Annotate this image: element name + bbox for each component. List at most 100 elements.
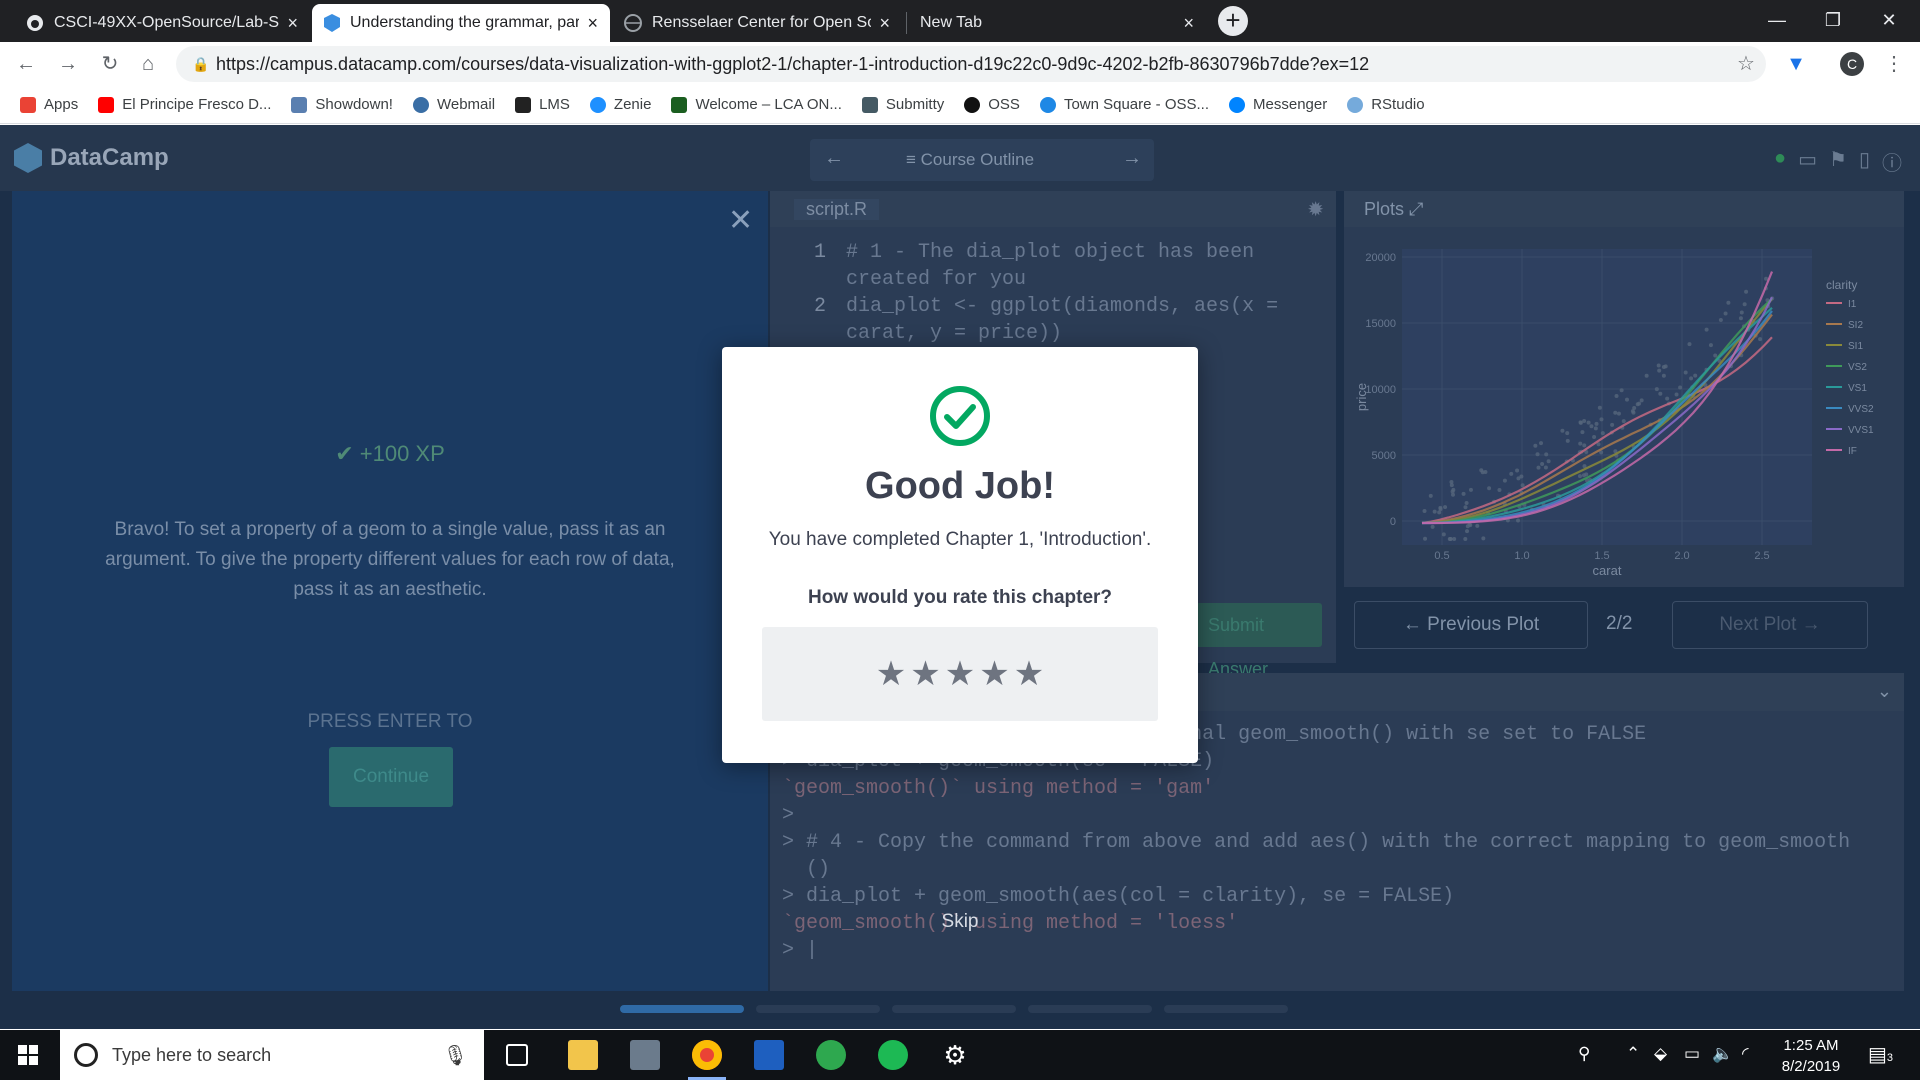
y-tick-label: 10000	[1365, 384, 1396, 396]
scatter-point	[1581, 473, 1586, 478]
next-plot-button[interactable]: Next Plot →	[1672, 601, 1868, 649]
bookmark-star-icon[interactable]: ☆	[1732, 50, 1760, 78]
scatter-point	[1443, 505, 1448, 510]
script-tab[interactable]: script.R	[794, 199, 880, 220]
press-enter-hint: PRESS ENTER TO	[307, 711, 473, 732]
settings-icon[interactable]: ✹	[1307, 197, 1324, 222]
star-icon[interactable]: ★	[1014, 657, 1044, 691]
tab-github[interactable]: CSCI-49XX-OpenSource/Lab-Sta ×	[14, 4, 310, 42]
taskbar-clock[interactable]: 1:25 AM 8/2/2019	[1768, 1035, 1854, 1077]
close-icon[interactable]: ×	[287, 13, 298, 34]
tray-chevron-icon[interactable]: ⌃	[1626, 1044, 1640, 1064]
minimize-icon[interactable]: —	[1754, 0, 1800, 42]
rate-prompt: How would you rate this chapter?	[807, 587, 1113, 608]
bookmark-lca[interactable]: Welcome – LCA ON...	[671, 96, 842, 113]
store-icon[interactable]	[630, 1040, 660, 1070]
gitkraken-icon[interactable]	[816, 1040, 846, 1070]
scatter-point	[1430, 524, 1435, 529]
star-icon[interactable]: ★	[876, 657, 906, 691]
bookmark-youtube[interactable]: El Principe Fresco D...	[98, 96, 271, 113]
bookmark-submitty[interactable]: Submitty	[861, 96, 944, 113]
prev-exercise-icon[interactable]: ←	[824, 147, 844, 170]
reload-icon[interactable]: ↻	[96, 50, 124, 78]
submit-answer-button[interactable]: Submit Answer	[1196, 603, 1322, 679]
app-window-icon[interactable]	[754, 1040, 784, 1070]
scatter-point	[1468, 487, 1473, 492]
bookmark-rstudio[interactable]: RStudio	[1347, 96, 1425, 113]
code-line: # 1 - The dia_plot object has been	[846, 241, 1255, 264]
extension-icon[interactable]: ▼	[1782, 50, 1810, 78]
scatter-point	[1578, 420, 1583, 425]
feedback-panel: ✕ ✔ +100 XP Bravo! To set a property of …	[12, 191, 768, 991]
bookmark-apps[interactable]: Apps	[20, 96, 78, 113]
scatter-point	[1451, 487, 1456, 492]
info-icon[interactable]: ⓘ	[1882, 147, 1902, 176]
wifi-icon[interactable]: ◜	[1742, 1044, 1749, 1064]
chrome-icon[interactable]	[692, 1040, 722, 1070]
taskbar-search[interactable]: Type here to search 🎙	[60, 1030, 484, 1080]
windows-start-icon[interactable]	[18, 1045, 38, 1065]
legend-label: VS1	[1848, 383, 1867, 394]
back-icon[interactable]: ←	[12, 50, 40, 78]
scatter-point	[1631, 410, 1636, 415]
bookmark-showdown[interactable]: Showdown!	[291, 96, 393, 113]
forward-icon[interactable]: →	[54, 50, 82, 78]
rstudio-icon	[1347, 96, 1364, 113]
tab-label: CSCI-49XX-OpenSource/Lab-Sta	[54, 14, 280, 31]
course-outline-button[interactable]: ≡ Course Outline	[906, 150, 1034, 170]
tab-new[interactable]: New Tab ×	[908, 4, 1206, 42]
previous-plot-button[interactable]: ← Previous Plot	[1354, 601, 1588, 649]
tab-datacamp[interactable]: Understanding the grammar, par ×	[312, 4, 610, 42]
scatter-point	[1464, 501, 1469, 506]
bookmark-webmail[interactable]: Webmail	[412, 96, 495, 113]
restore-icon[interactable]: ❐	[1810, 0, 1856, 42]
close-icon[interactable]: ×	[879, 13, 890, 34]
window-close-icon[interactable]: ✕	[1866, 0, 1912, 42]
plots-tab[interactable]: Plots ⤢	[1364, 199, 1423, 220]
settings-icon[interactable]: ⚙	[940, 1040, 970, 1070]
address-bar[interactable]: 🔒 https://campus.datacamp.com/courses/da…	[176, 46, 1766, 82]
close-icon[interactable]: ×	[1183, 13, 1194, 34]
datacamp-logo[interactable]: DataCamp	[14, 143, 169, 173]
bookmark-oss[interactable]: OSS	[964, 96, 1020, 113]
scatter-point	[1654, 387, 1659, 392]
bookmark-zenie[interactable]: Zenie	[589, 96, 651, 113]
spotify-icon[interactable]	[878, 1040, 908, 1070]
bookmark-lms[interactable]: LMS	[515, 96, 570, 113]
volume-icon[interactable]: 🔈	[1712, 1044, 1733, 1064]
webmail-icon	[412, 96, 429, 113]
home-icon[interactable]: ⌂	[134, 50, 162, 78]
file-explorer-icon[interactable]	[568, 1040, 598, 1070]
close-icon[interactable]: ✕	[728, 203, 753, 238]
scatter-point	[1582, 443, 1587, 448]
skip-button[interactable]: Skip	[922, 911, 998, 933]
microphone-icon[interactable]: 🎙	[443, 1043, 468, 1068]
dropbox-icon[interactable]: ⬙	[1654, 1044, 1667, 1064]
tab-rcos[interactable]: Rensselaer Center for Open Sour ×	[612, 4, 902, 42]
close-icon[interactable]: ×	[587, 13, 598, 34]
video-icon[interactable]: ▭	[1798, 147, 1817, 176]
star-icon[interactable]: ★	[910, 657, 940, 691]
progress-segment	[620, 1005, 744, 1013]
continue-button[interactable]: Continue	[329, 747, 453, 807]
scatter-point	[1438, 505, 1443, 510]
next-exercise-icon[interactable]: →	[1122, 147, 1142, 170]
star-icon[interactable]: ★	[945, 657, 975, 691]
scatter-point	[1687, 342, 1692, 347]
people-icon[interactable]: ⚲	[1578, 1044, 1590, 1064]
scatter-point	[1593, 426, 1598, 431]
battery-icon[interactable]: ▭	[1684, 1044, 1700, 1064]
action-center-icon[interactable]: ▤3	[1868, 1042, 1893, 1067]
bookmark-messenger[interactable]: Messenger	[1229, 96, 1327, 113]
profile-avatar[interactable]: C	[1840, 52, 1864, 76]
new-tab-button[interactable]: +	[1218, 6, 1248, 36]
task-view-icon[interactable]	[506, 1044, 528, 1066]
scatter-point	[1614, 393, 1619, 398]
menu-icon[interactable]: ⋮	[1880, 50, 1908, 78]
line-number: 2	[814, 295, 827, 318]
bookmark-town-square[interactable]: Town Square - OSS...	[1039, 96, 1209, 113]
star-icon[interactable]: ★	[979, 657, 1009, 691]
notification-icon[interactable]: ⚑	[1829, 147, 1847, 176]
collapse-icon[interactable]: ⌄	[1877, 681, 1892, 702]
slides-icon[interactable]: ▯	[1859, 147, 1870, 176]
